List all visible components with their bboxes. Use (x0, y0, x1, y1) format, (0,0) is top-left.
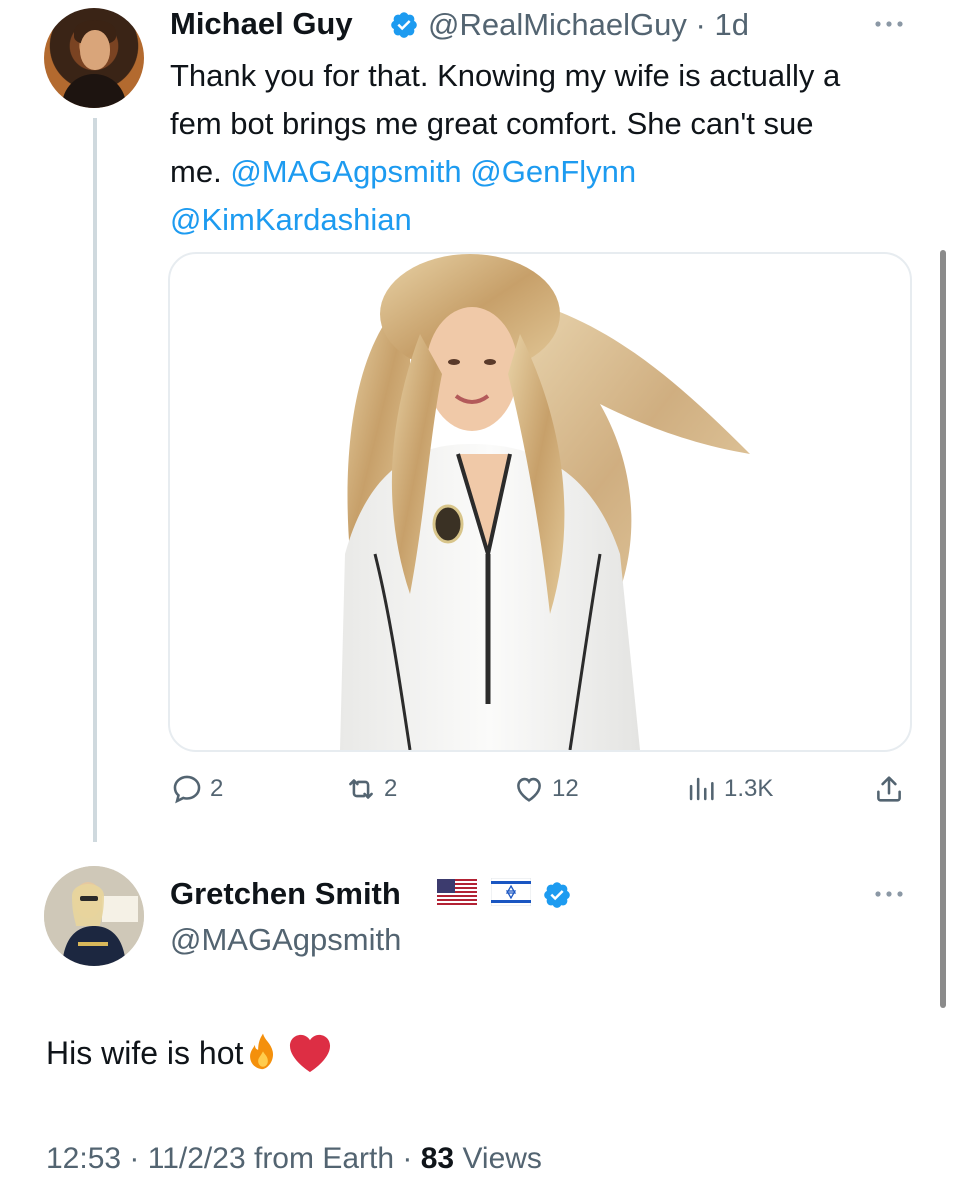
like-button[interactable]: 12 (512, 770, 579, 808)
share-button[interactable] (872, 770, 906, 808)
heart-icon (517, 777, 541, 802)
israel-flag-icon (491, 878, 531, 906)
tweet-source: from Earth (253, 1142, 395, 1175)
red-heart-icon (290, 1034, 331, 1073)
verified-badge-icon (544, 882, 570, 908)
scrollbar[interactable] (940, 250, 946, 1008)
author-name[interactable]: Michael Guy (170, 6, 353, 42)
like-count: 12 (552, 775, 579, 802)
verified-badge-icon (391, 12, 417, 38)
reply-count: 2 (210, 775, 224, 802)
mention-link[interactable]: @MAGAgpsmith (230, 154, 461, 189)
name-flags (437, 878, 531, 906)
tweet-media-photo[interactable] (168, 252, 912, 752)
mention-link[interactable]: @KimKardashian (170, 202, 412, 237)
share-icon (877, 776, 901, 802)
meta-separator: · (402, 1142, 413, 1175)
fire-icon (250, 1033, 274, 1070)
mention-link[interactable]: @GenFlynn (470, 154, 636, 189)
views-count: 1.3K (724, 775, 774, 802)
reply-author-avatar[interactable] (44, 866, 144, 966)
reply-author-handle[interactable]: @MAGAgpsmith (170, 922, 401, 958)
avatar-shirt (62, 74, 126, 108)
author-handle[interactable]: @RealMichaelGuy (428, 7, 687, 42)
retweet-button[interactable]: 2 (344, 770, 397, 808)
meta-separator: · (129, 1142, 140, 1175)
author-handle-and-time[interactable]: @RealMichaelGuy · 1d (428, 7, 749, 43)
more-options-icon[interactable] (872, 884, 906, 904)
views-label: Views (462, 1142, 542, 1175)
views-button[interactable]: 1.3K (684, 770, 773, 808)
tweet-timestamp[interactable]: 12:53 (46, 1142, 121, 1175)
author-avatar[interactable] (44, 8, 144, 108)
retweet-count: 2 (384, 775, 398, 802)
reply-icon (173, 775, 201, 804)
reply-text: His wife is hot (46, 1032, 333, 1074)
avatar-face (80, 30, 110, 70)
time-separator: · (695, 7, 706, 42)
tweet-time[interactable]: 1d (714, 7, 748, 42)
views-number[interactable]: 83 (421, 1142, 454, 1175)
more-options-icon[interactable] (872, 14, 906, 34)
tweet-text: Thank you for that. Knowing my wife is a… (170, 52, 870, 244)
reply-author-name[interactable]: Gretchen Smith (170, 876, 401, 912)
reply-body-text: His wife is hot (46, 1034, 244, 1071)
views-chart-icon (689, 777, 714, 801)
tweet-metadata: 12:53 · 11/2/23 from Earth · 83 Views (46, 1142, 542, 1176)
reply-avatar-photo (44, 866, 144, 966)
thread-connector-line (93, 118, 97, 842)
retweet-icon (349, 779, 373, 799)
us-flag-icon (437, 879, 477, 905)
photo-content (340, 254, 750, 750)
reply-button[interactable]: 2 (170, 770, 223, 808)
tweet-date[interactable]: 11/2/23 (148, 1142, 246, 1175)
